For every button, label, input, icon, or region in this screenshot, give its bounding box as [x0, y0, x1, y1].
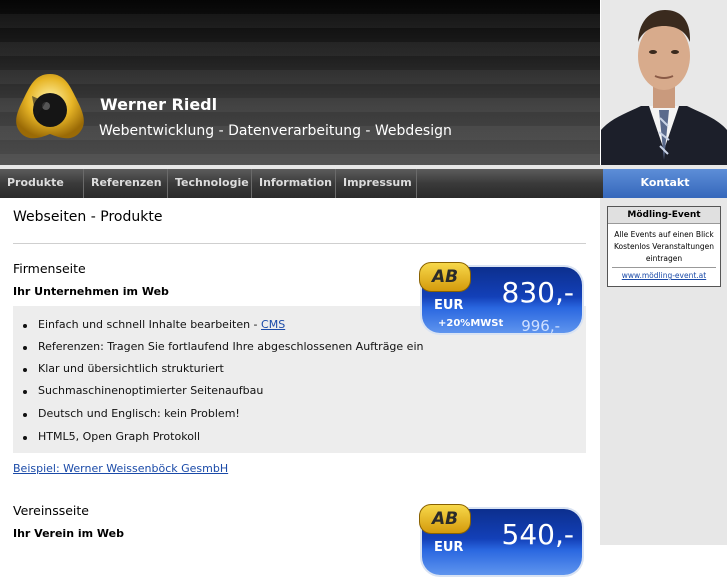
example-link[interactable]: Beispiel: Werner Weissenböck GesmbH [13, 462, 228, 475]
price-from-badge: AB [419, 504, 471, 534]
price-amount: 830,- [501, 276, 574, 309]
price-gross: 996,- [521, 317, 560, 335]
divider [13, 243, 586, 244]
event-promo-box: Mödling-Event Alle Events auf einen Blic… [607, 206, 721, 287]
profile-photo [601, 0, 727, 166]
nav-item-referenzen[interactable]: Referenzen [84, 169, 168, 198]
event-title: Mödling-Event [608, 207, 720, 224]
list-item: Suchmaschinenoptimierter Seitenaufbau [22, 384, 264, 397]
list-item: HTML5, Open Graph Protokoll [22, 430, 201, 443]
price-badge: EUR 830,- +20%MWSt 996,- AB [417, 262, 585, 336]
header [0, 0, 600, 166]
price-vat-label: +20%MWSt [438, 318, 504, 329]
nav-item-produkte[interactable]: Produkte [0, 169, 84, 198]
section-title: Firmenseite [13, 261, 86, 276]
page-title: Webseiten - Produkte [13, 209, 163, 225]
price-amount: 540,- [501, 518, 574, 551]
cms-link[interactable]: CMS [261, 318, 285, 331]
price-currency: EUR [434, 298, 464, 313]
nav-item-impressum[interactable]: Impressum [336, 169, 417, 198]
list-item: Deutsch und Englisch: kein Problem! [23, 407, 240, 420]
event-text-line: Kostenlos Veranstaltungen [613, 242, 714, 251]
nav-item-information[interactable]: Information [252, 169, 336, 198]
price-badge: EUR 540,- AB [417, 504, 585, 578]
logo-icon[interactable] [10, 72, 90, 146]
event-text-line: eintragen [645, 254, 683, 263]
nav-item-kontakt[interactable]: Kontakt [603, 169, 727, 198]
event-link[interactable]: www.mödling-event.at [622, 271, 706, 280]
event-text-line: Alle Events auf einen Blick [614, 230, 714, 239]
nav-item-technologie[interactable]: Technologie [168, 169, 252, 198]
list-item: Referenzen: Tragen Sie fortlaufend Ihre … [22, 340, 424, 353]
site-name[interactable]: Werner Riedl [100, 95, 217, 114]
section-subtitle: Ihr Verein im Web [13, 527, 125, 540]
main-nav: Produkte Referenzen Technologie Informat… [0, 169, 603, 198]
tagline: Webentwicklung - Datenverarbeitung - Web… [99, 123, 452, 139]
list-item: Klar und übersichtlich strukturiert [23, 362, 224, 375]
section-title: Vereinsseite [13, 503, 90, 518]
list-item: Einfach und schnell Inhalte bearbeiten -… [22, 318, 285, 331]
price-from-badge: AB [419, 262, 471, 292]
feature-text: Einfach und schnell Inhalte bearbeiten - [38, 318, 262, 331]
section-subtitle: Ihr Unternehmen im Web [13, 285, 169, 298]
price-currency: EUR [434, 540, 464, 555]
event-text: Alle Events auf einen Blick Kostenlos Ve… [608, 224, 720, 267]
